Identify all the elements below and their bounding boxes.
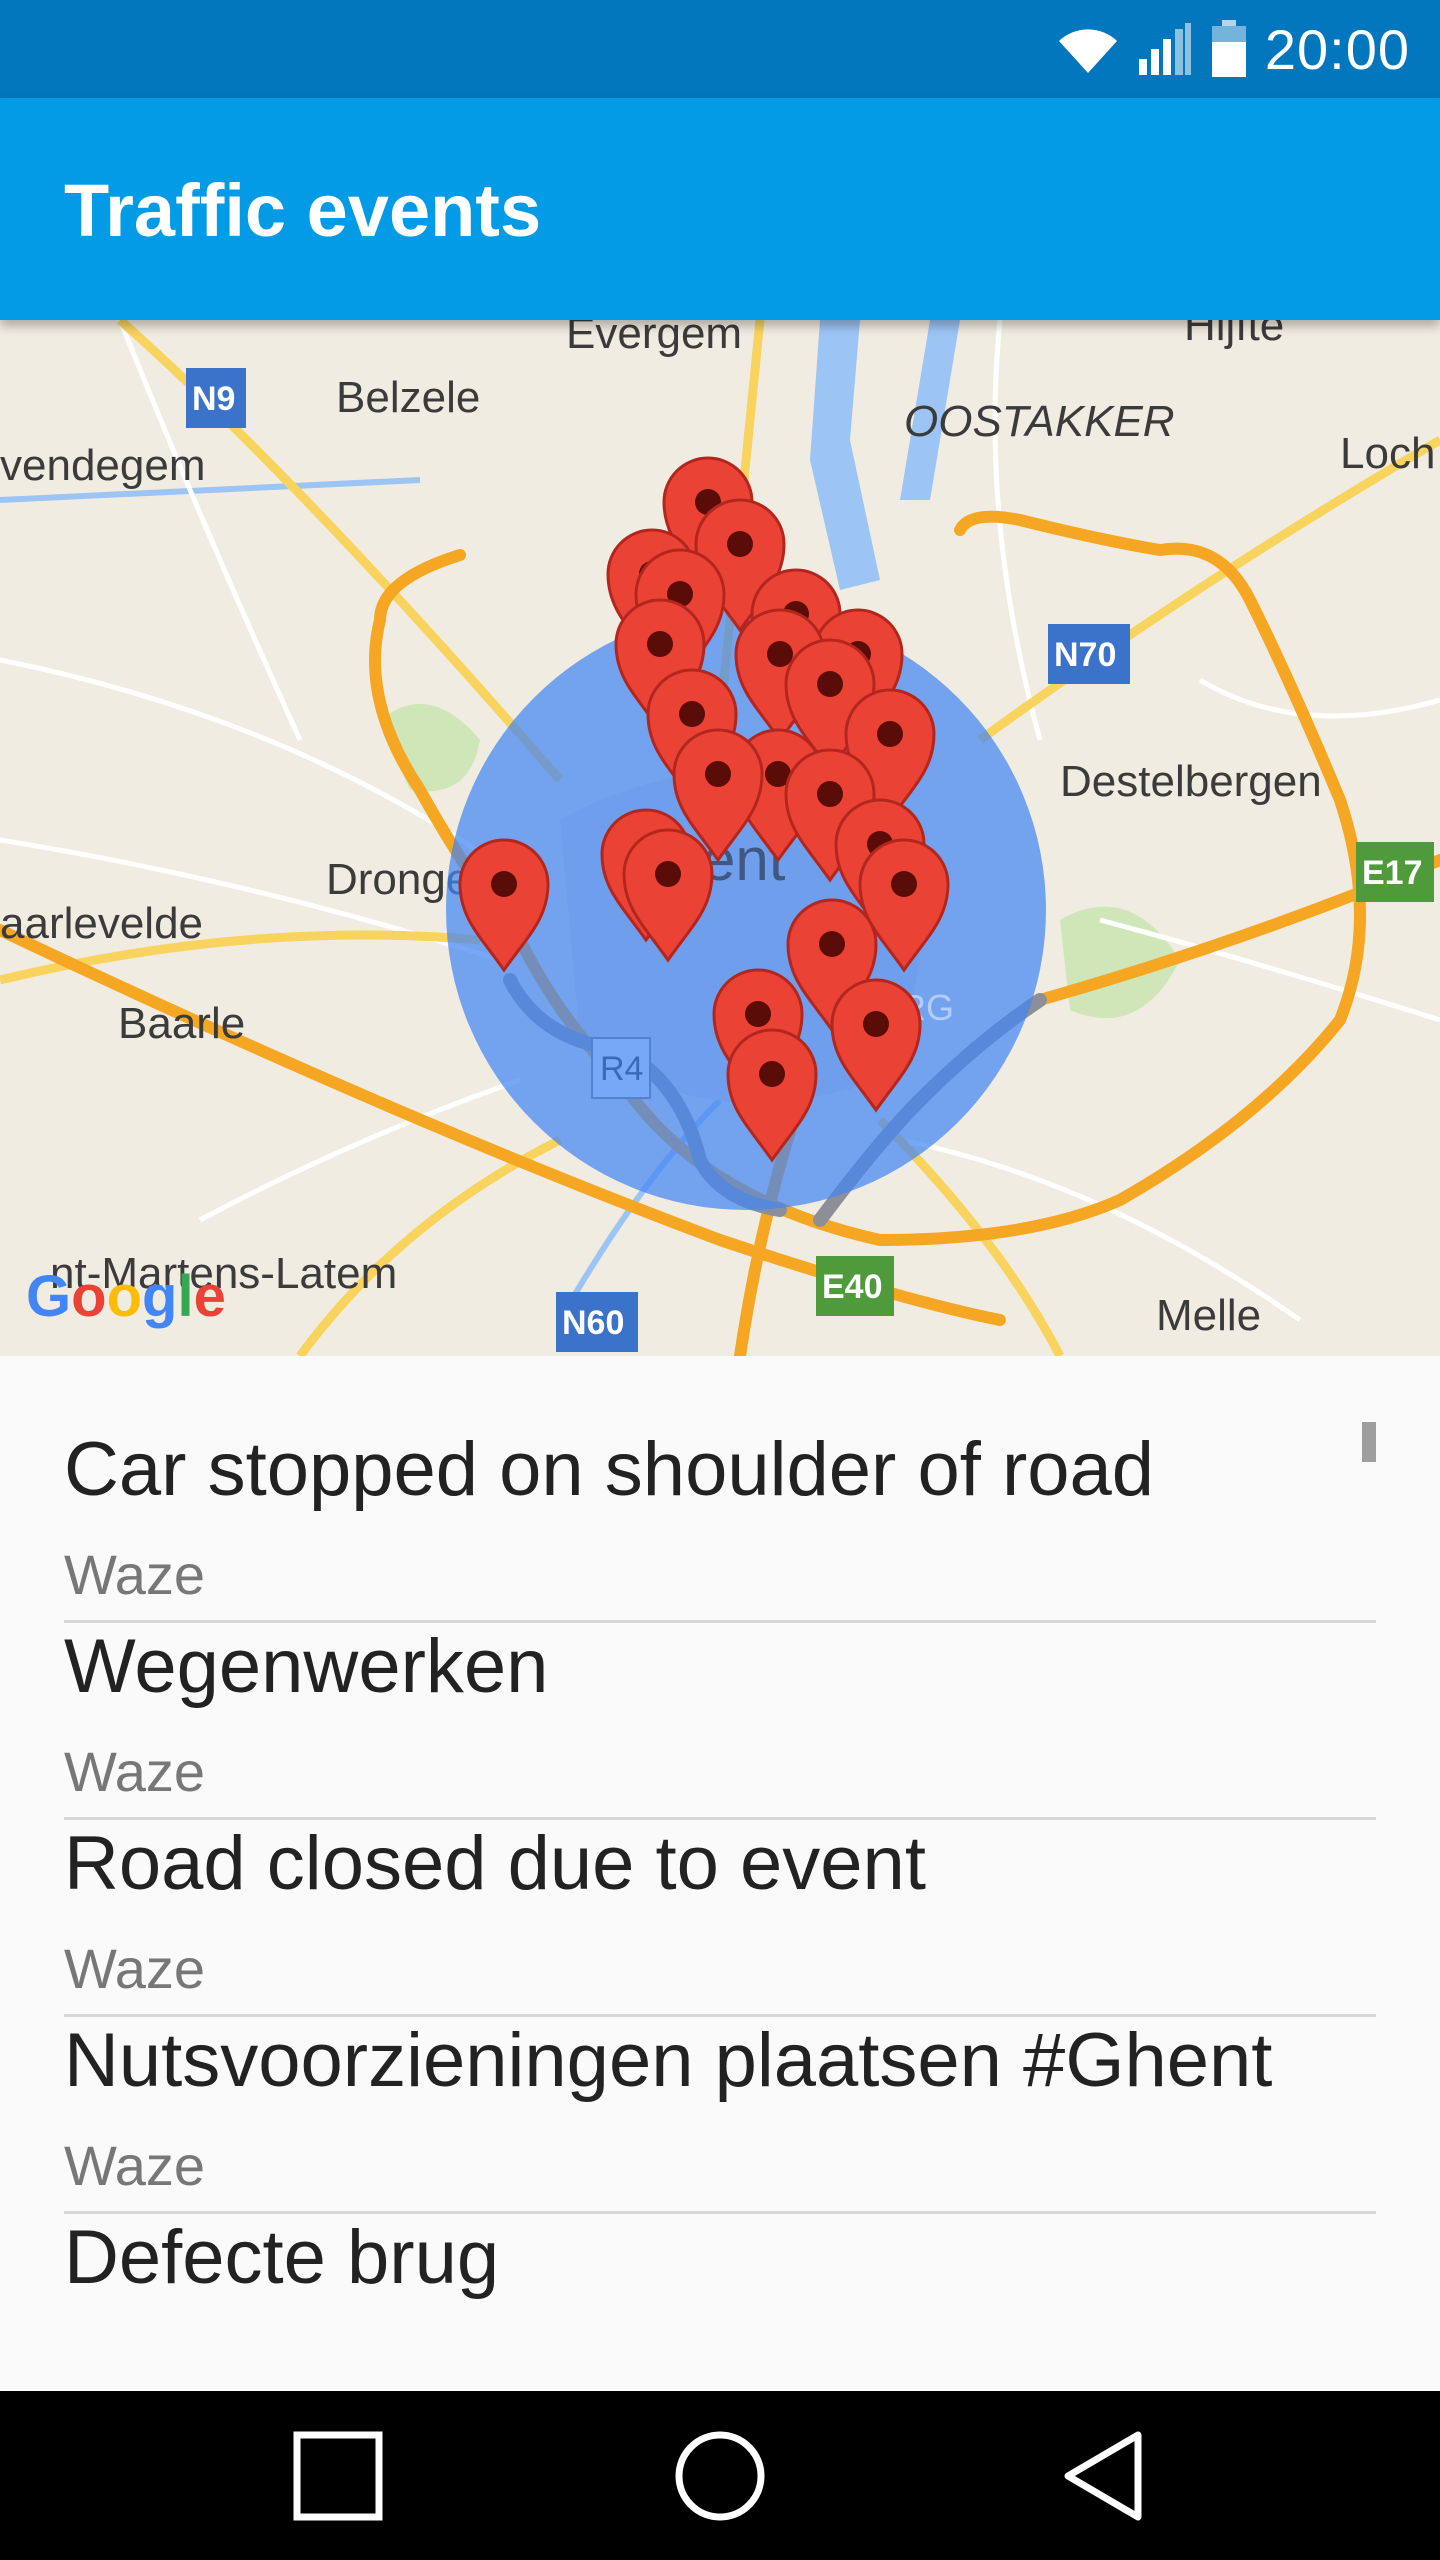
event-title: Defecte brug [64,2215,500,2300]
svg-text:Loch: Loch [1340,429,1435,478]
list-item[interactable]: Car stopped on shoulder of road Waze [64,1426,1376,1623]
list-item[interactable]: Nutsvoorzieningen plaatsen #Ghent Waze [64,2017,1376,2214]
event-source: Waze [64,1543,206,1606]
svg-text:vendegem: vendegem [0,441,205,490]
road-shield-e40: E40 [816,1256,894,1316]
svg-text:N70: N70 [1054,636,1116,674]
wifi-icon [1058,29,1117,73]
road-shield-n9: N9 [186,368,246,428]
map-view[interactable]: Evergem Belzele Hijfte OOSTAKKER Loch ve… [0,320,1440,1356]
google-logo: Google [26,1264,226,1329]
signal-icon [1138,23,1191,75]
page-title: Traffic events [64,169,542,252]
event-title: Nutsvoorzieningen plaatsen #Ghent [64,2018,1273,2103]
event-list[interactable]: Car stopped on shoulder of road Waze Weg… [0,1356,1440,2391]
svg-text:Melle: Melle [1156,1291,1261,1340]
svg-text:Destelbergen: Destelbergen [1060,757,1322,806]
recents-button[interactable] [238,2391,438,2560]
svg-text:N60: N60 [562,1304,624,1342]
svg-text:Belzele: Belzele [336,373,480,422]
list-item[interactable]: Wegenwerken Waze [64,1623,1376,1820]
event-title: Wegenwerken [64,1624,549,1709]
back-icon [1064,2431,1142,2520]
list-item[interactable]: Defecte brug [64,2214,1376,2391]
home-button[interactable] [620,2391,820,2560]
road-shield-e17: E17 [1356,842,1434,902]
navigation-bar [0,2391,1440,2560]
event-source: Waze [64,1740,206,1803]
list-item[interactable]: Road closed due to event Waze [64,1820,1376,2017]
svg-text:aarlevelde: aarlevelde [0,899,203,948]
status-icons: 20:00 [1057,0,1410,98]
home-icon [675,2431,765,2520]
svg-text:Baarle: Baarle [118,999,245,1048]
svg-text:Hijfte: Hijfte [1184,320,1284,350]
event-source: Waze [64,2134,206,2197]
back-button[interactable] [1002,2391,1202,2560]
svg-text:N9: N9 [192,380,235,418]
svg-text:E17: E17 [1362,854,1423,892]
event-title: Car stopped on shoulder of road [64,1427,1155,1512]
road-shield-n70: N70 [1048,624,1130,684]
battery-icon [1211,20,1246,77]
svg-text:OOSTAKKER: OOSTAKKER [904,397,1175,446]
event-source: Waze [64,1937,206,2000]
recents-icon [293,2431,383,2520]
app-bar: Traffic events [0,98,1440,320]
status-bar: 20:00 [0,0,1440,98]
road-shield-n60: N60 [556,1292,638,1352]
status-time: 20:00 [1264,17,1410,81]
event-title: Road closed due to event [64,1821,926,1906]
svg-text:Evergem: Evergem [566,320,742,358]
svg-text:E40: E40 [822,1268,883,1306]
